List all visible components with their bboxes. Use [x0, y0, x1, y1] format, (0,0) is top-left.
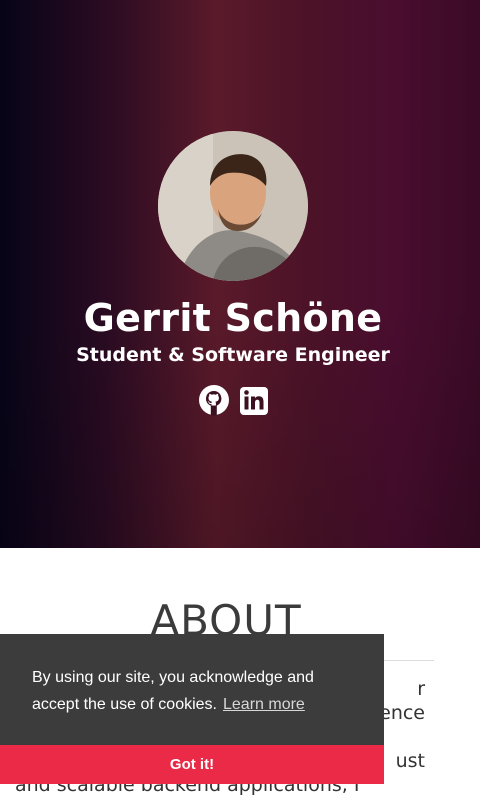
linkedin-link[interactable]	[238, 384, 270, 416]
github-icon	[199, 385, 229, 416]
linkedin-icon	[240, 387, 268, 415]
social-links	[198, 384, 270, 418]
cookie-message: By using our site, you acknowledge and a…	[32, 664, 362, 718]
profile-subtitle: Student & Software Engineer	[76, 344, 390, 366]
hero-section: Gerrit Schöne Student & Software Enginee…	[0, 0, 480, 548]
cookie-accept-button[interactable]: Got it!	[0, 745, 384, 784]
avatar-photo	[158, 131, 308, 281]
cookie-banner: By using our site, you acknowledge and a…	[0, 634, 384, 784]
github-link[interactable]	[198, 384, 230, 416]
avatar	[158, 131, 308, 281]
learn-more-link[interactable]: Learn more	[223, 696, 305, 713]
profile-name: Gerrit Schöne	[83, 296, 383, 340]
